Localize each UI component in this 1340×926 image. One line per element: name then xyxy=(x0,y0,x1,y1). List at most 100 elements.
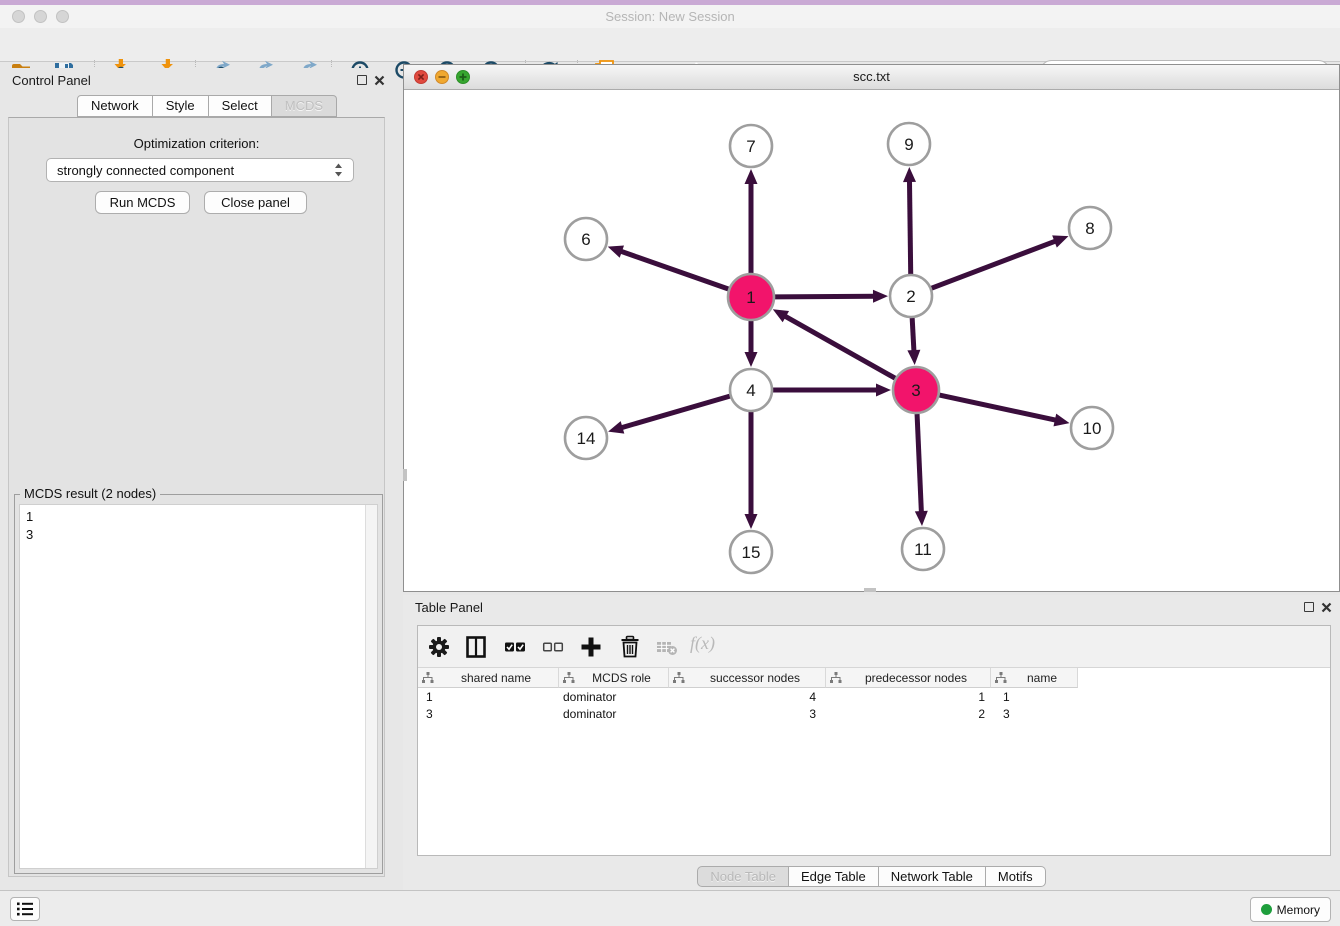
select-chevrons-icon xyxy=(334,163,343,177)
graph-node-label: 3 xyxy=(911,381,920,400)
table-options-gear-icon[interactable] xyxy=(427,635,451,659)
column-header-MCDS-role[interactable]: MCDS role xyxy=(559,668,669,688)
edge-arrowhead xyxy=(873,290,888,303)
table-cell: 1 xyxy=(418,690,559,704)
edge-arrowhead xyxy=(903,167,916,182)
edge-2-to-8[interactable] xyxy=(932,240,1058,288)
column-header-predecessor-nodes[interactable]: predecessor nodes xyxy=(826,668,991,688)
result-scrollbar[interactable] xyxy=(365,505,377,868)
mcds-result-title: MCDS result (2 nodes) xyxy=(20,486,160,501)
control-panel: Control Panel NetworkStyleSelectMCDS Opt… xyxy=(0,68,393,881)
deselect-all-icon[interactable] xyxy=(541,635,565,659)
memory-status-icon xyxy=(1261,904,1272,915)
edge-3-to-10[interactable] xyxy=(939,395,1057,421)
memory-button[interactable]: Memory xyxy=(1250,897,1331,922)
edge-arrowhead xyxy=(745,514,758,529)
edge-4-to-14[interactable] xyxy=(620,396,730,428)
table-panel: Table Panel xyxy=(403,595,1340,890)
status-bar: Memory xyxy=(0,890,1340,926)
graph-node-label: 9 xyxy=(904,135,913,154)
tab-mcds[interactable]: MCDS xyxy=(272,95,337,117)
edge-arrowhead xyxy=(1053,414,1069,427)
column-tree-icon xyxy=(995,672,1007,684)
column-header-successor-nodes[interactable]: successor nodes xyxy=(669,668,826,688)
splitter-handle[interactable] xyxy=(403,469,407,481)
edge-arrowhead xyxy=(608,421,624,433)
mcds-panel: Optimization criterion: strongly connect… xyxy=(8,117,385,877)
edge-3-to-11[interactable] xyxy=(917,414,921,514)
edge-1-to-6[interactable] xyxy=(619,251,728,289)
edge-arrowhead xyxy=(907,350,920,365)
column-header-name[interactable]: name xyxy=(991,668,1078,688)
table-row[interactable]: 1dominator411 xyxy=(418,688,1330,705)
graph-node-label: 10 xyxy=(1083,419,1102,438)
column-tree-icon xyxy=(563,672,575,684)
edge-3-to-1[interactable] xyxy=(783,315,895,378)
control-panel-title: Control Panel xyxy=(12,73,91,88)
table-cell: 2 xyxy=(826,707,991,721)
graph-node-label: 11 xyxy=(914,540,932,559)
optimization-criterion-value: strongly connected component xyxy=(57,163,334,178)
table-row[interactable]: 3dominator323 xyxy=(418,705,1330,722)
close-panel-icon[interactable] xyxy=(374,75,385,86)
table-body: 1dominator4113dominator323 xyxy=(418,688,1330,722)
function-builder-fx-icon[interactable]: f(x) xyxy=(690,633,715,654)
tab-style[interactable]: Style xyxy=(153,95,209,117)
main-toolbar xyxy=(0,28,1340,62)
mcds-result-textarea[interactable]: 1 3 xyxy=(19,504,378,869)
mcds-result-group: MCDS result (2 nodes) 1 3 xyxy=(14,494,383,874)
table-cell: 3 xyxy=(418,707,559,721)
edge-arrowhead xyxy=(1052,235,1068,247)
optimization-criterion-select[interactable]: strongly connected component xyxy=(46,158,354,182)
float-panel-icon[interactable] xyxy=(357,75,367,85)
tab-select[interactable]: Select xyxy=(209,95,272,117)
table-panel-tabs: Node TableEdge TableNetwork TableMotifs xyxy=(403,866,1340,887)
table-cell: 1 xyxy=(991,690,1078,704)
graph-node-label: 8 xyxy=(1085,219,1094,238)
edge-2-to-3[interactable] xyxy=(912,318,914,353)
task-history-button[interactable] xyxy=(10,897,40,921)
tab-network-table[interactable]: Network Table xyxy=(879,866,986,887)
graph-node-label: 2 xyxy=(906,287,915,306)
close-table-panel-icon[interactable] xyxy=(1321,602,1332,613)
table-cell: 3 xyxy=(991,707,1078,721)
column-tree-icon xyxy=(422,672,434,684)
edge-arrowhead xyxy=(745,169,758,184)
edge-arrowhead xyxy=(745,352,758,367)
table-cell: dominator xyxy=(559,690,669,704)
graph-node-label: 15 xyxy=(742,543,761,562)
tab-motifs[interactable]: Motifs xyxy=(986,866,1046,887)
node-table: f(x) shared nameMCDS rolesuccessor nodes… xyxy=(417,625,1331,856)
network-window-titlebar[interactable]: scc.txt xyxy=(404,65,1339,90)
table-toolbar: f(x) xyxy=(418,626,1330,668)
graph-node-label: 4 xyxy=(746,381,755,400)
control-panel-tabs: NetworkStyleSelectMCDS xyxy=(77,95,337,117)
tab-edge-table[interactable]: Edge Table xyxy=(789,866,879,887)
close-panel-button[interactable]: Close panel xyxy=(204,191,307,214)
show-column-icon[interactable] xyxy=(464,635,488,659)
main-titlebar: Session: New Session xyxy=(0,5,1340,28)
edge-1-to-2[interactable] xyxy=(775,296,876,297)
tab-network[interactable]: Network xyxy=(77,95,153,117)
network-window-title: scc.txt xyxy=(404,69,1339,84)
table-cell: 3 xyxy=(669,707,826,721)
run-mcds-button[interactable]: Run MCDS xyxy=(95,191,190,214)
table-cell: 4 xyxy=(669,690,826,704)
graph-node-label: 14 xyxy=(577,429,596,448)
graph-node-label: 7 xyxy=(746,137,755,156)
column-header-shared-name[interactable]: shared name xyxy=(418,668,559,688)
delete-column-trash-icon[interactable] xyxy=(618,635,642,659)
create-column-plus-icon[interactable] xyxy=(579,635,603,659)
graph-node-label: 1 xyxy=(746,288,755,307)
edge-2-to-9[interactable] xyxy=(909,179,910,274)
network-canvas[interactable]: 7968124314101511 xyxy=(404,90,1339,591)
memory-label: Memory xyxy=(1277,903,1320,917)
tab-node-table[interactable]: Node Table xyxy=(697,866,789,887)
splitter-handle[interactable] xyxy=(864,588,876,592)
float-table-panel-icon[interactable] xyxy=(1304,602,1314,612)
select-all-icon[interactable] xyxy=(503,635,527,659)
delete-table-icon[interactable] xyxy=(655,635,679,659)
edge-arrowhead xyxy=(876,384,891,397)
table-panel-title: Table Panel xyxy=(415,600,483,615)
table-cell: 1 xyxy=(826,690,991,704)
